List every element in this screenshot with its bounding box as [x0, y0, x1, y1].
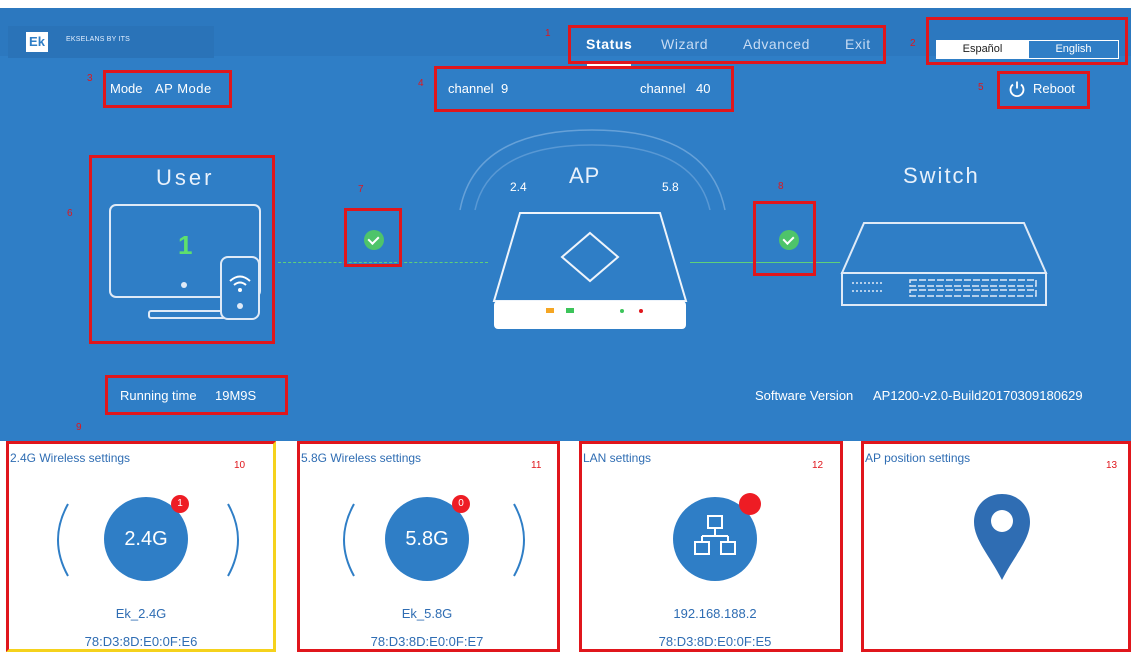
ap-band-58: 5.8 [662, 180, 679, 194]
wireless-58-ssid: Ek_5.8G [401, 606, 453, 621]
channel-58-label: channel [640, 81, 686, 96]
power-icon[interactable] [1008, 80, 1026, 98]
language-english[interactable]: English [1029, 41, 1118, 58]
user-title: User [156, 165, 215, 190]
lan-ip: 192.168.188.2 [673, 606, 757, 621]
mode-value: AP Mode [155, 81, 212, 96]
nav-wizard[interactable]: Wizard [661, 36, 708, 52]
nav-exit[interactable]: Exit [845, 36, 871, 52]
mode-label: Mode [110, 81, 143, 96]
running-time-label: Running time [120, 388, 197, 403]
logo-mark: Ek [26, 32, 48, 52]
reboot-button[interactable]: Reboot [1033, 81, 1075, 96]
user-count: 1 [178, 230, 193, 260]
switch-title: Switch [903, 163, 980, 188]
logo-text: EKSELANS BY ITS [66, 36, 130, 43]
wireless-58-client-badge: 0 [452, 495, 470, 513]
access-point-icon [492, 212, 688, 329]
annotation-number: 7 [358, 184, 364, 195]
annotation-number: 9 [76, 422, 82, 433]
annotation-number: 2 [910, 38, 916, 49]
software-version-label: Software Version [755, 388, 854, 403]
nav-status[interactable]: Status [586, 36, 632, 52]
annotation-number: 8 [778, 181, 784, 192]
network-icon [694, 515, 736, 555]
channel-24-value: 9 [501, 81, 509, 96]
annotation-number: 6 [67, 208, 73, 219]
wireless-58-mac: 78:D3:8D:E0:0F:E7 [370, 634, 484, 649]
ap-title: AP [569, 163, 601, 188]
running-time-value: 19M9S [215, 388, 257, 403]
wireless-24-client-badge: 1 [171, 495, 189, 513]
user-link-ok-icon [364, 230, 384, 250]
channel-58-value: 40 [696, 81, 711, 96]
user-devices-icon[interactable] [105, 203, 267, 321]
status-hero: Ek EKSELANS BY ITS 1 Status Wizard Advan… [0, 8, 1131, 441]
annotation-number: 5 [978, 82, 984, 93]
software-version-value: AP1200-v2.0-Build20170309180629 [873, 388, 1083, 403]
annotation-number: 1 [545, 28, 551, 39]
wireless-24-mac: 78:D3:8D:E0:0F:E6 [84, 634, 198, 649]
lan-mac: 78:D3:8D:E0:0F:E5 [658, 634, 772, 649]
annotation-number: 3 [87, 73, 93, 84]
ap-band-24: 2.4 [510, 180, 527, 194]
channel-24-label: channel [448, 81, 494, 96]
nav-advanced[interactable]: Advanced [743, 36, 810, 52]
wireless-24-ssid: Ek_2.4G [115, 606, 167, 621]
lan-status-badge [739, 493, 761, 515]
location-pin-icon [974, 494, 1030, 580]
switch-link-ok-icon [779, 230, 799, 250]
switch-icon [840, 222, 1048, 306]
annotation-number: 4 [418, 78, 424, 89]
language-espanol[interactable]: Español [937, 41, 1028, 58]
